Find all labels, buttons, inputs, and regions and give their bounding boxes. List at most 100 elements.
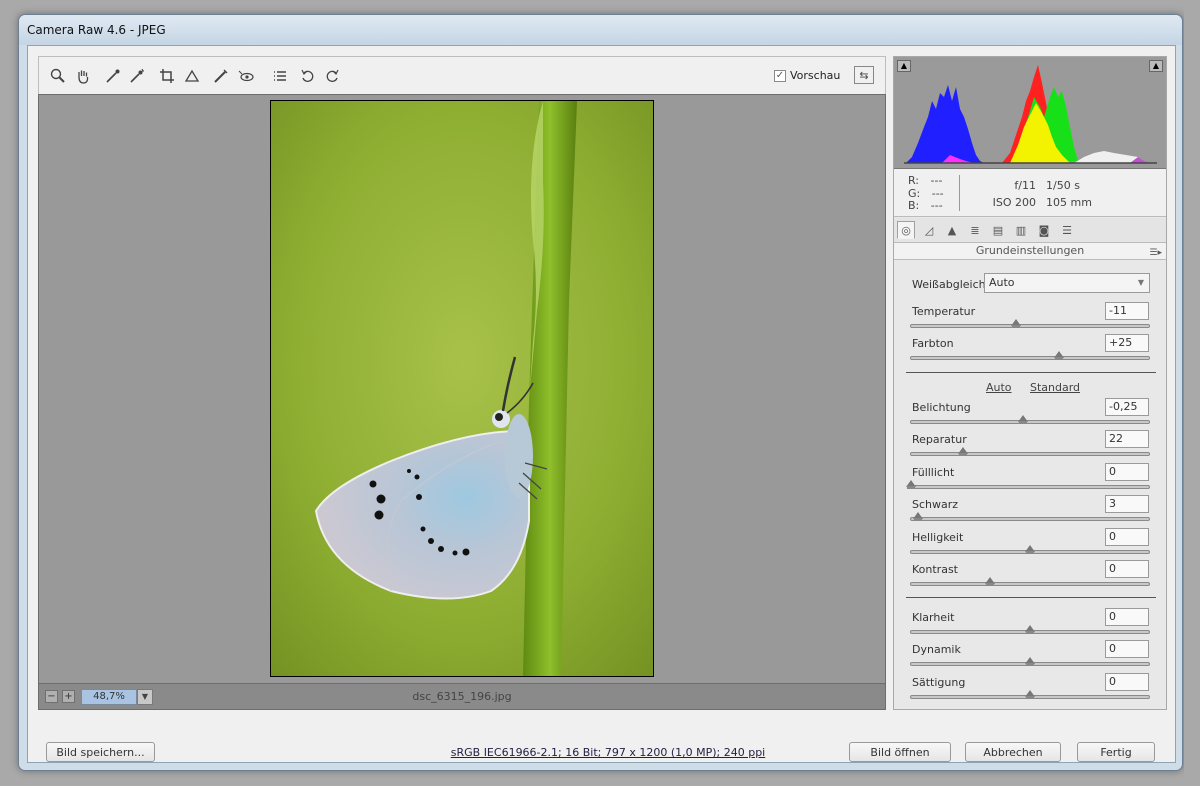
checkbox-icon[interactable]: ✓ [774, 69, 786, 82]
tab-basic-icon[interactable]: ◎ [897, 221, 915, 239]
info-readout: R: --- G: --- B: --- f/11 1/50 s ISO 200 1… [894, 169, 1166, 217]
slider-value-input[interactable]: 0 [1105, 640, 1149, 658]
white-balance-label: Weißabgleich: [912, 278, 990, 291]
auto-link[interactable]: Auto [986, 381, 1012, 394]
slider-track[interactable] [910, 690, 1150, 699]
tab-lens-icon[interactable]: ▥ [1012, 221, 1030, 239]
save-image-button[interactable]: Bild speichern... [46, 742, 155, 762]
slider-value-input[interactable]: 0 [1105, 528, 1149, 546]
slider-track[interactable] [906, 480, 1150, 489]
tab-tone-curve-icon[interactable]: ◿ [920, 221, 938, 239]
title-bar[interactable]: Camera Raw 4.6 - JPEG [19, 15, 1182, 45]
r-label: R: [908, 174, 920, 187]
screen-edge [1184, 0, 1200, 786]
tab-detail-icon[interactable]: ▲ [943, 221, 961, 239]
workflow-options-link[interactable]: sRGB IEC61966-2.1; 16 Bit; 797 x 1200 (1… [358, 746, 858, 759]
section-title: Grundeinstellungen [975, 244, 1085, 257]
slider-value-input[interactable]: 3 [1105, 495, 1149, 513]
preview-image [270, 100, 654, 677]
slider-thumb[interactable] [913, 512, 924, 521]
tab-camera-calibration-icon[interactable]: ◙ [1035, 221, 1053, 239]
window-title: Camera Raw 4.6 - JPEG [27, 23, 166, 37]
tab-split-toning-icon[interactable]: ▤ [989, 221, 1007, 239]
rotate-left-icon[interactable] [297, 66, 319, 86]
slider-label: Sättigung [912, 676, 966, 689]
slider-label: Helligkeit [912, 531, 964, 544]
slider-track[interactable] [910, 447, 1150, 456]
open-image-button[interactable]: Bild öffnen [849, 742, 951, 762]
adjustments-panel: ▲ ▲ R: --- G: --- B: --- f/11 1/50 s ISO… [893, 56, 1167, 710]
white-balance-icon[interactable] [102, 66, 124, 86]
slider-track[interactable] [910, 625, 1150, 634]
slider-thumb[interactable] [1025, 690, 1035, 699]
slider-track[interactable] [910, 545, 1150, 554]
slider-label: Belichtung [912, 401, 971, 414]
image-preview-canvas[interactable] [38, 94, 886, 684]
histogram: ▲ ▲ [894, 57, 1166, 169]
rotate-right-icon[interactable] [321, 66, 343, 86]
shutter-speed: 1/50 s [1046, 179, 1080, 192]
slider-thumb[interactable] [1025, 625, 1035, 634]
exif-info: f/11 1/50 s ISO 200 105 mm [986, 177, 1116, 211]
divider [906, 597, 1156, 598]
divider [906, 372, 1156, 373]
zoom-tool-icon[interactable] [47, 66, 69, 86]
white-balance-select[interactable]: Auto ▼ [984, 273, 1150, 293]
red-eye-tool-icon[interactable] [235, 66, 257, 86]
cancel-button[interactable]: Abbrechen [965, 742, 1061, 762]
slider-track[interactable] [910, 512, 1150, 521]
toolbar: ✓ Vorschau ⇆ [38, 56, 886, 94]
slider-label: Kontrast [912, 563, 958, 576]
tab-hsl-icon[interactable]: ≣ [966, 221, 984, 239]
b-label: B: [908, 199, 920, 212]
crop-tool-icon[interactable] [156, 66, 178, 86]
info-divider [959, 175, 960, 211]
hand-tool-icon[interactable] [72, 66, 94, 86]
focal-length: 105 mm [1046, 196, 1092, 209]
slider-thumb[interactable] [1017, 415, 1028, 424]
slider-thumb[interactable] [1053, 351, 1064, 360]
g-value: --- [931, 186, 944, 200]
slider-value-input[interactable]: 0 [1105, 463, 1149, 481]
slider-label: Farbton [912, 337, 954, 350]
preview-checkbox[interactable]: ✓ Vorschau [774, 69, 840, 82]
chevron-down-icon: ▼ [1137, 278, 1144, 287]
fullscreen-toggle-icon[interactable]: ⇆ [854, 66, 874, 84]
slider-value-input[interactable]: 0 [1105, 608, 1149, 626]
white-balance-value: Auto [989, 276, 1015, 289]
straighten-tool-icon[interactable] [181, 66, 203, 86]
panel-tabs: ◎ ◿ ▲ ≣ ▤ ▥ ◙ ☰ [894, 218, 1166, 242]
slider-value-input[interactable]: 0 [1105, 673, 1149, 691]
slider-track[interactable] [910, 351, 1150, 360]
slider-value-input[interactable]: -0,25 [1105, 398, 1149, 416]
slider-label: Schwarz [912, 498, 959, 511]
slider-track[interactable] [910, 319, 1150, 328]
slider-thumb[interactable] [958, 447, 969, 456]
slider-track[interactable] [910, 577, 1150, 586]
slider-thumb[interactable] [906, 480, 916, 489]
done-button[interactable]: Fertig [1077, 742, 1155, 762]
slider-thumb[interactable] [1010, 319, 1021, 328]
slider-value-input[interactable]: 0 [1105, 560, 1149, 578]
color-sampler-icon[interactable] [126, 66, 148, 86]
section-header: Grundeinstellungen ☰▸ [894, 242, 1166, 260]
slider-value-input[interactable]: +25 [1105, 334, 1149, 352]
slider-thumb[interactable] [984, 577, 995, 586]
b-value: --- [930, 199, 943, 212]
slider-track[interactable] [910, 657, 1150, 666]
slider-value-input[interactable]: -11 [1105, 302, 1149, 320]
r-value: --- [930, 174, 943, 187]
slider-label: Temperatur [912, 305, 976, 318]
slider-thumb[interactable] [1025, 657, 1035, 666]
standard-link[interactable]: Standard [1030, 381, 1080, 394]
slider-thumb[interactable] [1025, 545, 1035, 554]
slider-value-input[interactable]: 22 [1105, 430, 1149, 448]
slider-track[interactable] [910, 415, 1150, 424]
tab-presets-icon[interactable]: ☰ [1058, 221, 1076, 239]
preview-label: Vorschau [790, 69, 841, 82]
g-label: G: [908, 186, 921, 200]
panel-menu-icon[interactable]: ☰▸ [1149, 245, 1162, 261]
slider-label: Dynamik [912, 643, 961, 656]
retouch-tool-icon[interactable] [210, 66, 232, 86]
preferences-icon[interactable] [269, 66, 291, 86]
